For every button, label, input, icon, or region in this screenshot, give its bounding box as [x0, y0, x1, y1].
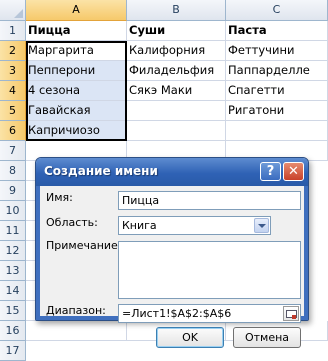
row-header[interactable]: 3	[0, 61, 26, 81]
row-header[interactable]: 7	[0, 141, 26, 161]
row-header[interactable]: 15	[0, 301, 26, 321]
name-input[interactable]: Пицца	[118, 191, 301, 210]
cell-c5[interactable]: Ригатони	[226, 101, 328, 121]
dialog-content: Имя: Пицца Область: Книга Примечание: Ди…	[40, 186, 304, 348]
dialog-title: Создание имени	[44, 164, 158, 178]
column-header-b[interactable]: B	[127, 0, 226, 21]
cell-b4[interactable]: Сякэ Маки	[127, 81, 226, 101]
cell-b3[interactable]: Филадельфия	[127, 61, 226, 81]
row-header[interactable]: 6	[0, 121, 26, 141]
row-header[interactable]: 16	[0, 321, 26, 341]
row-header[interactable]: 5	[0, 101, 26, 121]
scope-select-value: Книга	[122, 219, 157, 232]
select-all-corner[interactable]	[0, 0, 26, 21]
cell-c2[interactable]: Феттучини	[226, 41, 328, 61]
column-header-a[interactable]: A	[26, 0, 127, 21]
collapse-dialog-icon[interactable]	[283, 306, 299, 321]
cell-b2[interactable]: Калифорния	[127, 41, 226, 61]
dialog-titlebar[interactable]: Создание имени ? ✕	[36, 158, 308, 186]
scope-select[interactable]: Книга	[118, 216, 271, 235]
row-header[interactable]: 9	[0, 181, 26, 201]
cell-c4[interactable]: Спагетти	[226, 81, 328, 101]
cell-a5[interactable]: Гавайская	[26, 101, 127, 121]
row-header[interactable]: 4	[0, 81, 26, 101]
cell-c6[interactable]	[226, 121, 328, 141]
range-input-value: =Лист1!$A$2:$A$6	[122, 307, 232, 320]
row-header[interactable]: 2	[0, 41, 26, 61]
cell-a6[interactable]: Капричиозо	[26, 121, 127, 141]
row-header[interactable]: 14	[0, 281, 26, 301]
column-header-c[interactable]: C	[226, 0, 328, 21]
cell-b6[interactable]	[127, 121, 226, 141]
row-header[interactable]: 10	[0, 201, 26, 221]
cell-a4[interactable]: 4 сезона	[26, 81, 127, 101]
row-header[interactable]: 11	[0, 221, 26, 241]
chevron-down-icon[interactable]	[254, 218, 269, 233]
row-header[interactable]: 13	[0, 261, 26, 281]
cell-a16[interactable]	[26, 321, 127, 341]
close-button[interactable]: ✕	[283, 162, 304, 181]
cell-a2[interactable]: Маргарита	[26, 41, 127, 61]
dialog-frame-right	[304, 186, 308, 320]
cell-a1[interactable]: Пицца	[26, 21, 127, 41]
create-name-dialog: Создание имени ? ✕ Имя: Пицца Область: К…	[35, 157, 309, 348]
range-label: Диапазон:	[46, 304, 106, 317]
cell-c3[interactable]: Паппарделле	[226, 61, 328, 81]
cell-c1[interactable]: Паста	[226, 21, 328, 41]
row-header[interactable]: 1	[0, 21, 26, 41]
scope-label: Область:	[46, 216, 98, 229]
row-header[interactable]: 8	[0, 161, 26, 181]
cell-a3[interactable]: Пепперони	[26, 61, 127, 81]
comment-textarea[interactable]	[118, 241, 301, 299]
row-header[interactable]: 12	[0, 241, 26, 261]
comment-label: Примечание:	[46, 239, 122, 252]
help-icon: ?	[266, 164, 275, 179]
cell-b1[interactable]: Суши	[127, 21, 226, 41]
help-button[interactable]: ?	[260, 162, 281, 181]
cell-b5[interactable]	[127, 101, 226, 121]
name-label: Имя:	[46, 191, 73, 204]
row-header[interactable]: 17	[0, 341, 26, 361]
range-input[interactable]: =Лист1!$A$2:$A$6	[118, 304, 301, 323]
close-icon: ✕	[288, 164, 299, 179]
